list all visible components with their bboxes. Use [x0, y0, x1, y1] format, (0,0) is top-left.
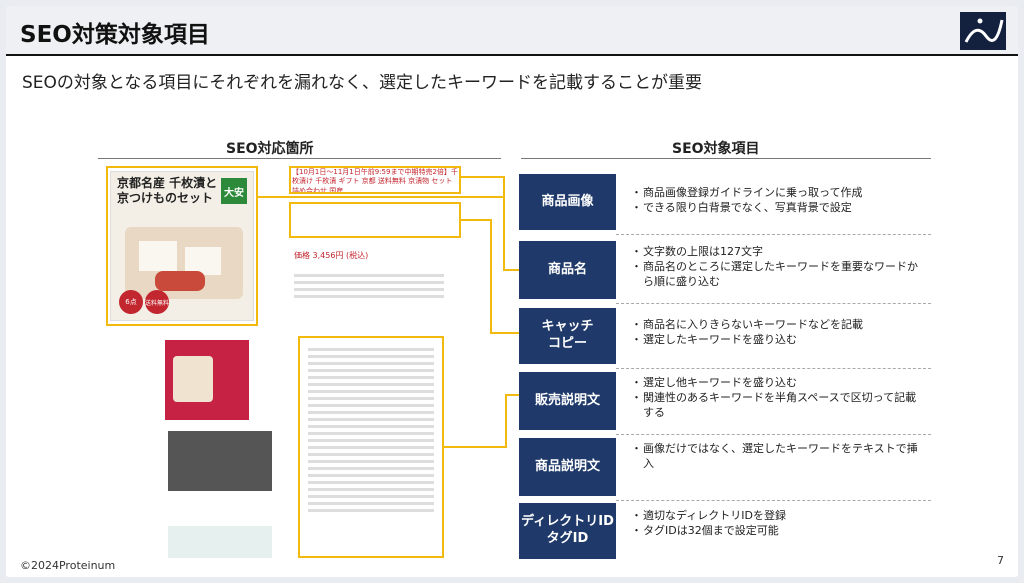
item-label-sales-desc: 販売説明文	[519, 372, 616, 430]
banner-image-3	[168, 526, 272, 558]
left-heading-rule	[98, 158, 501, 159]
highlight-product-image	[106, 166, 258, 326]
page-subtitle: SEOの対象となる項目にそれぞれを漏れなく、選定したキーワードを記載することが重…	[22, 73, 703, 93]
highlight-product-name	[289, 166, 461, 194]
copyright: ©2024Proteinum	[20, 559, 116, 572]
right-heading-rule	[521, 158, 931, 159]
left-column-heading: SEO対応箇所	[226, 141, 314, 157]
title-bar: SEO対策対象項目	[6, 6, 1018, 56]
item-label-image: 商品画像	[519, 174, 616, 230]
item-label-name: 商品名	[519, 241, 616, 299]
item-desc-product-desc: 画像だけではなく、選定したキーワードをテキストで挿入	[631, 442, 921, 472]
item-desc-catchcopy: 商品名に入りきらないキーワードなどを記載 選定したキーワードを盛り込む	[631, 318, 921, 348]
banner-image-2	[168, 431, 272, 491]
item-desc-image: 商品画像登録ガイドラインに乗っ取って作成 できる限り白背景でなく、写真背景で設定	[631, 186, 921, 216]
item-label-directory-id: ディレクトリID タグID	[519, 503, 616, 559]
item-desc-name: 文字数の上限は127文字 商品名のところに選定したキーワードを重要なワードから順…	[631, 245, 921, 290]
highlight-description	[298, 336, 444, 558]
highlight-catchcopy	[289, 202, 461, 238]
item-desc-sales-desc: 選定し他キーワードを盛り込む 関連性のあるキーワードを半角スペースで区切って記載…	[631, 376, 921, 421]
brand-logo	[960, 12, 1006, 50]
banner-image-1	[165, 340, 249, 420]
price-text: 価格 3,456円 (税込)	[294, 251, 369, 260]
item-label-product-desc: 商品説明文	[519, 438, 616, 496]
item-desc-directory-id: 適切なディレクトリIDを登録 タグIDは32個まで設定可能	[631, 509, 921, 539]
item-label-catchcopy: キャッチ コピー	[519, 308, 616, 364]
page-title: SEO対策対象項目	[20, 22, 210, 48]
right-column-heading: SEO対象項目	[672, 141, 760, 157]
page-number: 7	[997, 554, 1004, 567]
spec-lines	[294, 270, 444, 320]
slide: SEO対策対象項目 SEOの対象となる項目にそれぞれを漏れなく、選定したキーワー…	[6, 6, 1018, 577]
